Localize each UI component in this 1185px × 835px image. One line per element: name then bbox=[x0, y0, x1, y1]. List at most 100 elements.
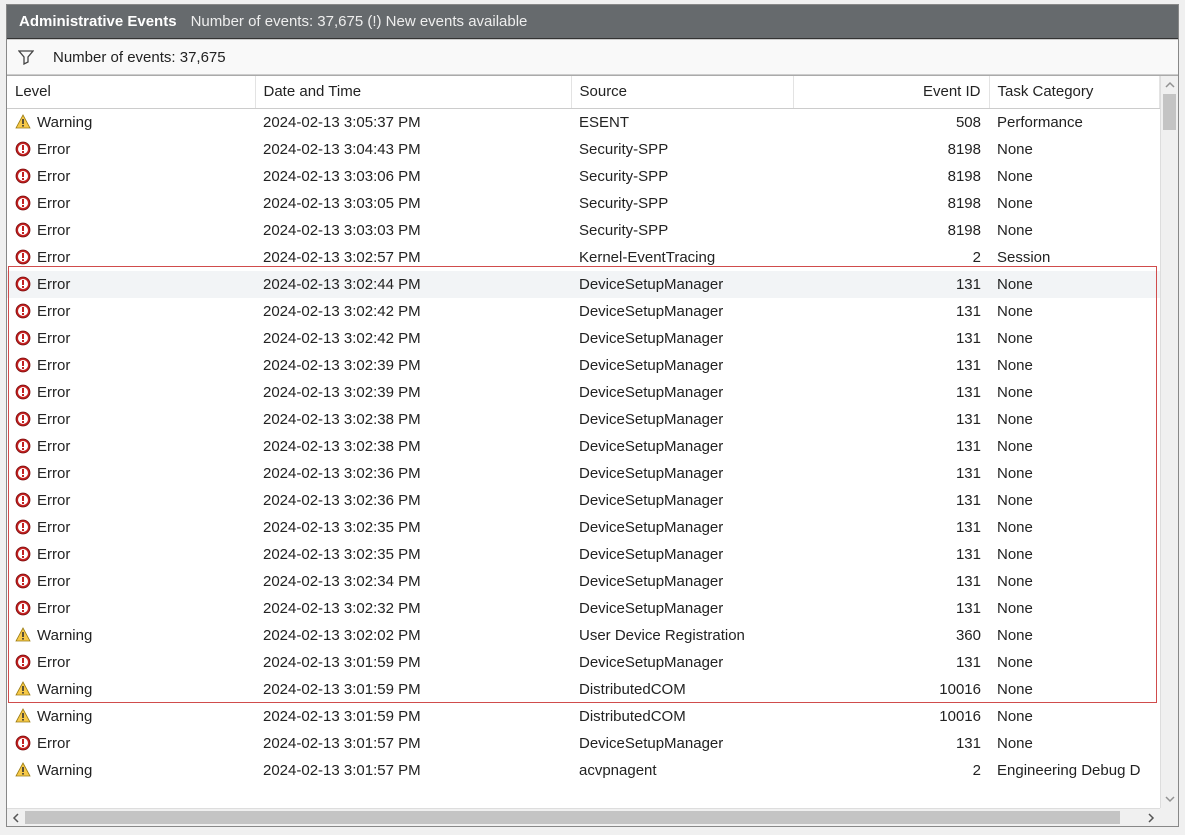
table-row[interactable]: Error2024-02-13 3:02:35 PMDeviceSetupMan… bbox=[7, 514, 1160, 541]
column-header-eventid[interactable]: Event ID bbox=[793, 76, 989, 108]
table-row[interactable]: Warning2024-02-13 3:01:57 PMacvpnagent2E… bbox=[7, 757, 1160, 784]
datetime-cell: 2024-02-13 3:02:36 PM bbox=[255, 460, 571, 487]
level-text: Error bbox=[37, 573, 70, 590]
source-cell: DeviceSetupManager bbox=[571, 514, 793, 541]
eventid-cell: 131 bbox=[793, 649, 989, 676]
task-cell: Engineering Debug D bbox=[989, 757, 1160, 784]
table-row[interactable]: Error2024-02-13 3:04:43 PMSecurity-SPP81… bbox=[7, 136, 1160, 163]
task-cell: None bbox=[989, 595, 1160, 622]
eventid-cell: 2 bbox=[793, 244, 989, 271]
table-row[interactable]: Error 2024-02-13 3:02:39 PMDeviceSetupMan… bbox=[7, 352, 1160, 379]
source-cell: DeviceSetupManager bbox=[571, 730, 793, 757]
vertical-scrollbar[interactable] bbox=[1160, 76, 1178, 808]
eventid-cell: 131 bbox=[793, 541, 989, 568]
datetime-cell: 2024-02-13 3:03:03 PM bbox=[255, 217, 571, 244]
table-row[interactable]: Warning2024-02-13 3:05:37 PMESENT508Perf… bbox=[7, 108, 1160, 136]
scroll-right-icon[interactable] bbox=[1142, 809, 1160, 826]
error-icon bbox=[15, 465, 31, 481]
scroll-thumb[interactable] bbox=[1163, 94, 1176, 130]
scroll-down-icon[interactable] bbox=[1161, 790, 1178, 808]
datetime-cell: 2024-02-13 3:02:32 PM bbox=[255, 595, 571, 622]
column-header-source[interactable]: Source bbox=[571, 76, 793, 108]
source-cell: Security-SPP bbox=[571, 190, 793, 217]
datetime-cell: 2024-02-13 3:01:59 PM bbox=[255, 703, 571, 730]
eventid-cell: 131 bbox=[793, 433, 989, 460]
column-header-task[interactable]: Task Category bbox=[989, 76, 1160, 108]
table-row[interactable]: Error2024-02-13 3:01:57 PMDeviceSetupMan… bbox=[7, 730, 1160, 757]
error-icon bbox=[15, 600, 31, 616]
level-text: Error bbox=[37, 654, 70, 671]
level-text: Error bbox=[37, 168, 70, 185]
table-row[interactable]: Error2024-02-13 3:03:06 PMSecurity-SPP81… bbox=[7, 163, 1160, 190]
table-row[interactable]: Warning2024-02-13 3:01:59 PMDistributedC… bbox=[7, 703, 1160, 730]
task-cell: None bbox=[989, 433, 1160, 460]
eventid-cell: 131 bbox=[793, 460, 989, 487]
eventid-cell: 8198 bbox=[793, 190, 989, 217]
events-scroll: Level Date and Time Source Event ID Task… bbox=[7, 76, 1160, 808]
filter-icon[interactable] bbox=[17, 48, 35, 66]
table-row[interactable]: Error2024-02-13 3:02:42 PMDeviceSetupMan… bbox=[7, 325, 1160, 352]
event-count-text: Number of events: 37,675 bbox=[53, 49, 226, 66]
level-text: Error bbox=[37, 465, 70, 482]
scroll-track[interactable] bbox=[1161, 94, 1178, 790]
table-row[interactable]: Error2024-02-13 3:02:44 PMDeviceSetupMan… bbox=[7, 271, 1160, 298]
table-row[interactable]: Error2024-02-13 3:02:42 PMDeviceSetupMan… bbox=[7, 298, 1160, 325]
datetime-cell: 2024-02-13 3:03:06 PM bbox=[255, 163, 571, 190]
level-text: Warning bbox=[37, 627, 92, 644]
table-row[interactable]: Error2024-02-13 3:02:38 PMDeviceSetupMan… bbox=[7, 433, 1160, 460]
table-row[interactable]: Error2024-02-13 3:03:05 PMSecurity-SPP81… bbox=[7, 190, 1160, 217]
task-cell: None bbox=[989, 217, 1160, 244]
source-cell: DeviceSetupManager bbox=[571, 379, 793, 406]
eventid-cell: 131 bbox=[793, 352, 989, 379]
source-cell: Kernel-EventTracing bbox=[571, 244, 793, 271]
column-header-datetime[interactable]: Date and Time bbox=[255, 76, 571, 108]
error-icon bbox=[15, 384, 31, 400]
error-icon bbox=[15, 546, 31, 562]
error-icon bbox=[15, 276, 31, 292]
datetime-cell: 2024-02-13 3:02:39 PM bbox=[255, 352, 571, 379]
table-row[interactable]: Error2024-02-13 3:02:38 PMDeviceSetupMan… bbox=[7, 406, 1160, 433]
source-cell: User Device Registration bbox=[571, 622, 793, 649]
datetime-cell: 2024-02-13 3:01:59 PM bbox=[255, 649, 571, 676]
task-cell: None bbox=[989, 541, 1160, 568]
error-icon bbox=[15, 573, 31, 589]
level-text: Error bbox=[37, 492, 70, 509]
datetime-cell: 2024-02-13 3:02:35 PM bbox=[255, 541, 571, 568]
event-viewer-panel: Administrative Events Number of events: … bbox=[6, 4, 1179, 827]
source-cell: DeviceSetupManager bbox=[571, 352, 793, 379]
source-cell: Security-SPP bbox=[571, 217, 793, 244]
eventid-cell: 360 bbox=[793, 622, 989, 649]
table-row[interactable]: Error 2024-02-13 3:01:59 PMDeviceSetupMan… bbox=[7, 649, 1160, 676]
level-text: Error bbox=[37, 141, 70, 158]
eventid-cell: 131 bbox=[793, 595, 989, 622]
table-row[interactable]: Error2024-02-13 3:02:39 PMDeviceSetupMan… bbox=[7, 379, 1160, 406]
eventid-cell: 131 bbox=[793, 325, 989, 352]
warning-icon bbox=[15, 708, 31, 724]
task-cell: None bbox=[989, 649, 1160, 676]
scroll-up-icon[interactable] bbox=[1161, 76, 1178, 94]
table-row[interactable]: Error2024-02-13 3:02:57 PMKernel-EventTr… bbox=[7, 244, 1160, 271]
table-row[interactable]: Warning2024-02-13 3:02:02 PMUser Device … bbox=[7, 622, 1160, 649]
source-cell: Security-SPP bbox=[571, 136, 793, 163]
table-row[interactable]: Warning2024-02-13 3:01:59 PMDistributedC… bbox=[7, 676, 1160, 703]
table-row[interactable]: Error2024-02-13 3:02:32 PMDeviceSetupMan… bbox=[7, 595, 1160, 622]
task-cell: None bbox=[989, 622, 1160, 649]
table-row[interactable]: Error2024-02-13 3:02:35 PMDeviceSetupMan… bbox=[7, 541, 1160, 568]
table-row[interactable]: Error2024-02-13 3:03:03 PMSecurity-SPP81… bbox=[7, 217, 1160, 244]
horizontal-scrollbar[interactable] bbox=[7, 808, 1160, 826]
eventid-cell: 10016 bbox=[793, 676, 989, 703]
source-cell: DeviceSetupManager bbox=[571, 487, 793, 514]
table-row[interactable]: Error2024-02-13 3:02:34 PMDeviceSetupMan… bbox=[7, 568, 1160, 595]
eventid-cell: 131 bbox=[793, 271, 989, 298]
source-cell: DistributedCOM bbox=[571, 676, 793, 703]
source-cell: DeviceSetupManager bbox=[571, 649, 793, 676]
content-area: Level Date and Time Source Event ID Task… bbox=[7, 75, 1178, 826]
task-cell: None bbox=[989, 487, 1160, 514]
table-row[interactable]: Error2024-02-13 3:02:36 PMDeviceSetupMan… bbox=[7, 487, 1160, 514]
eventid-cell: 8198 bbox=[793, 136, 989, 163]
scroll-left-icon[interactable] bbox=[7, 809, 25, 826]
level-text: Error bbox=[37, 357, 70, 374]
column-header-level[interactable]: Level bbox=[7, 76, 255, 108]
table-row[interactable]: Error2024-02-13 3:02:36 PMDeviceSetupMan… bbox=[7, 460, 1160, 487]
hscroll-thumb[interactable] bbox=[25, 811, 1120, 824]
